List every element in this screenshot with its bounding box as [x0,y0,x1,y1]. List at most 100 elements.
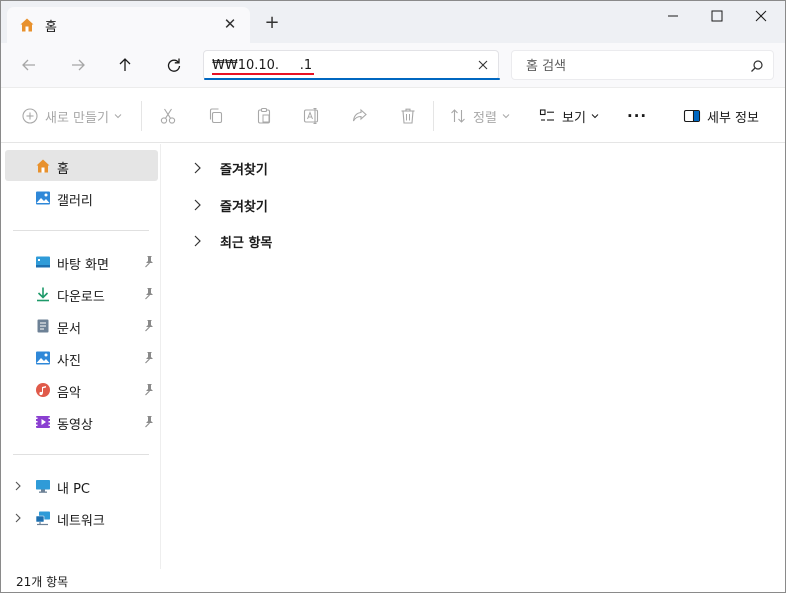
sidebar-item-label: 사진 [57,354,81,369]
more-options-button[interactable]: ··· [627,104,647,128]
details-pane-icon [683,109,701,123]
sidebar-item-gallery[interactable]: 갤러리 [5,182,158,213]
sidebar-item-label: 네트워크 [57,514,105,529]
view-button-label: 보기 [562,110,586,126]
toolbar-separator [141,101,142,131]
chevron-down-icon [502,114,510,119]
details-pane-button[interactable]: 세부 정보 [683,104,759,128]
sidebar-item-music[interactable]: 음악 [5,374,158,405]
sidebar-item-label: 다운로드 [57,290,105,305]
minimize-icon[interactable] [653,5,693,27]
spellcheck-underline [212,73,314,75]
sort-button[interactable]: 정렬 [449,104,510,128]
desktop-icon [36,256,50,268]
sidebar-item-network[interactable]: 네트워크 [5,502,158,533]
sidebar-separator [13,230,149,231]
status-bar: 21개 항목 [1,569,785,592]
search-box[interactable] [511,50,774,80]
title-bar: 홈 ✕ + [1,1,785,43]
content-area: 즐겨찾기 즐겨찾기 최근 항목 [162,144,784,569]
sidebar-item-this-pc[interactable]: 내 PC [5,470,158,501]
search-input[interactable] [526,57,736,75]
share-icon [352,108,367,122]
sidebar-item-videos[interactable]: 동영상 [5,406,158,437]
sidebar-item-label: 동영상 [57,418,93,433]
maximize-icon[interactable] [697,5,737,27]
group-header-label: 즐겨찾기 [220,200,268,215]
view-list-icon [539,109,554,121]
rename-button[interactable] [302,104,322,128]
group-header-label: 즐겨찾기 [220,163,268,178]
pin-icon[interactable] [143,415,155,428]
group-header-recent[interactable]: 최근 항목 [190,229,330,253]
back-arrow-icon[interactable] [16,53,42,77]
pin-icon[interactable] [143,351,155,364]
chevron-right-icon[interactable] [13,480,23,492]
address-input[interactable] [212,56,462,74]
trash-icon [401,108,415,124]
tab-title: 홈 [45,20,57,35]
share-button[interactable] [350,104,370,128]
chevron-right-icon [194,162,201,174]
download-icon [37,287,49,302]
forward-arrow-icon[interactable] [65,53,91,77]
gallery-icon [36,191,50,205]
cut-button[interactable] [158,104,178,128]
copy-button[interactable] [206,104,226,128]
group-header-favorites[interactable]: 즐겨찾기 [190,156,330,180]
file-explorer-window: 홈 ✕ + ₩₩10.10. .1 홈 검색 새로 만들기 정렬 보기 ··· … [0,0,786,593]
sidebar-item-label: 내 PC [57,482,91,497]
new-tab-button[interactable]: + [262,13,282,33]
toolbar-separator [433,101,434,131]
music-icon [36,383,50,397]
tab-close-icon[interactable]: ✕ [221,15,239,33]
chevron-right-icon [194,235,201,247]
sidebar-item-label: 갤러리 [57,194,93,209]
sidebar-separator [13,454,149,455]
sidebar-item-desktop[interactable]: 바탕 화면 [5,246,158,277]
address-focus-underline [204,78,500,80]
videos-icon [36,416,50,428]
chevron-right-icon[interactable] [13,512,23,524]
plus-circle-icon [22,108,38,124]
item-count: 21개 항목 [16,575,69,589]
chevron-down-icon [591,114,599,119]
chevron-down-icon [114,114,122,119]
more-options-icon: ··· [627,107,648,125]
tab-home[interactable]: 홈 ✕ [7,7,250,43]
sidebar-item-home[interactable]: 홈 [5,150,158,181]
pin-icon[interactable] [143,383,155,396]
paste-button[interactable] [254,104,274,128]
command-bar: 새로 만들기 정렬 보기 ··· 세부 정보 [1,87,785,143]
sidebar-item-label: 바탕 화면 [57,258,109,273]
sort-icon [451,109,465,123]
network-icon [35,511,50,526]
view-button[interactable]: 보기 [538,104,599,128]
search-icon[interactable] [750,59,764,73]
scissors-icon [160,108,176,124]
close-window-icon[interactable] [741,5,781,27]
rename-icon [303,108,319,124]
navigation-bar [1,43,785,87]
pin-icon[interactable] [143,319,155,332]
group-header-label: 최근 항목 [220,236,273,251]
refresh-icon[interactable] [161,53,187,77]
group-header-favorites[interactable]: 즐겨찾기 [190,193,330,217]
chevron-right-icon [194,199,201,211]
sort-button-label: 정렬 [473,110,497,126]
up-arrow-icon[interactable] [112,53,138,77]
new-button-label: 새로 만들기 [45,110,109,126]
home-icon [36,159,50,173]
sidebar-item-downloads[interactable]: 다운로드 [5,278,158,309]
sidebar-item-documents[interactable]: 문서 [5,310,158,341]
sidebar-item-pictures[interactable]: 사진 [5,342,158,373]
address-bar[interactable] [203,50,500,80]
pin-icon[interactable] [143,255,155,268]
clear-address-icon[interactable] [474,56,492,74]
pin-icon[interactable] [143,287,155,300]
navigation-pane: 홈 갤러리 바탕 화면 다운로드 문서 사진 음악 동영상 내 PC 네트워크 [1,144,161,569]
clipboard-icon [257,107,271,124]
details-pane-label: 세부 정보 [707,110,759,126]
new-button[interactable]: 새로 만들기 [21,104,122,128]
delete-button[interactable] [398,104,418,128]
